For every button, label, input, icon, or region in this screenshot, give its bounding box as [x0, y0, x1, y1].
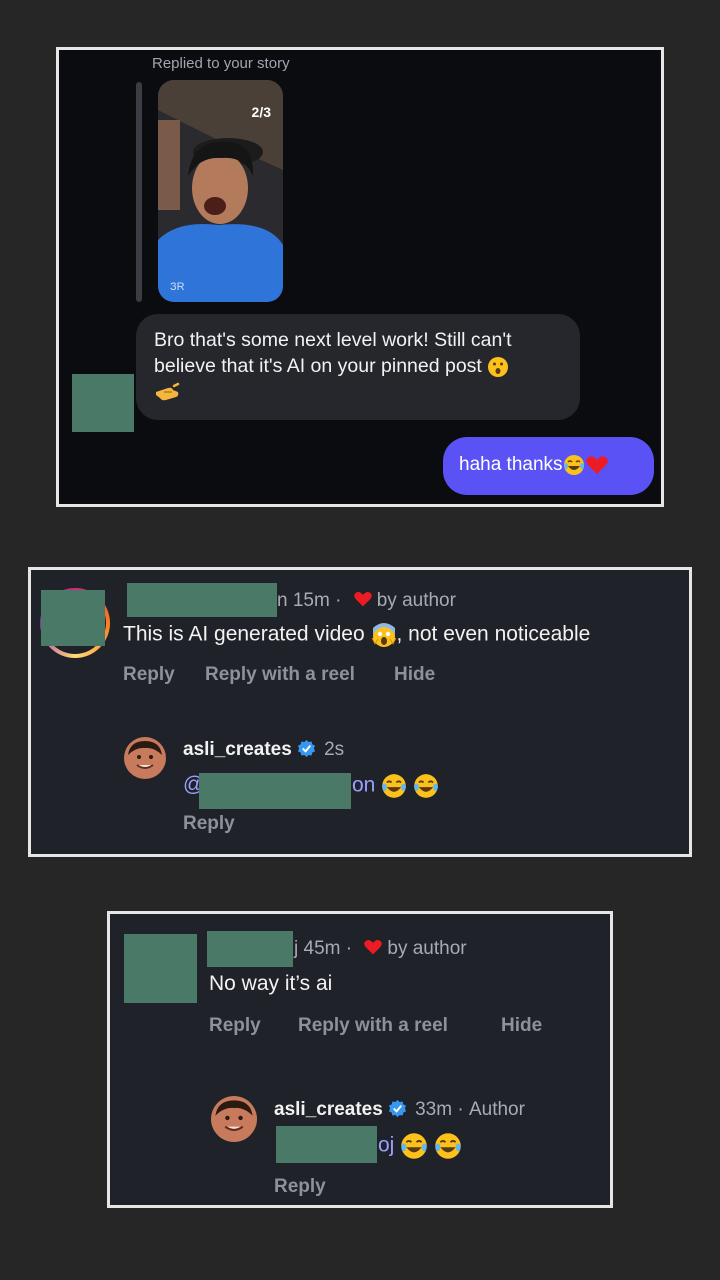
heart-icon [353, 590, 373, 614]
sender-avatar-redacted [72, 374, 134, 432]
liked-by-author-label: by author [387, 938, 467, 959]
liked-by-author-label: by author [376, 590, 456, 611]
red-heart-emoji [585, 454, 609, 476]
meta-separator: · [335, 590, 342, 611]
comment-thread-1: n 15m · by author This is AI generated v… [28, 567, 692, 857]
verified-badge-icon [297, 739, 316, 764]
mention-redacted [276, 1126, 377, 1163]
received-message-bubble: Bro that's some next level work! Still c… [136, 314, 580, 420]
pointing-hand-emoji [154, 382, 180, 404]
tears-of-joy-emoji [400, 1132, 428, 1160]
comment-time: 15m [292, 590, 330, 611]
comment-time: 45m [303, 938, 341, 959]
commenter-avatar-redacted[interactable] [124, 934, 197, 1003]
story-counter: 2/3 [251, 104, 271, 120]
comment-meta: n 15m · by author [277, 590, 456, 614]
comment-text-part2: , not even noticeable [396, 622, 591, 646]
reply-with-reel-button[interactable]: Reply with a reel [298, 1015, 448, 1037]
commenter-avatar-redacted [41, 590, 105, 646]
hide-button[interactable]: Hide [394, 664, 435, 686]
heart-icon [363, 938, 383, 962]
reply-mention-suffix-text[interactable]: on [352, 774, 375, 797]
reply-to-reply-button[interactable]: Reply [183, 813, 235, 835]
reply-author-avatar[interactable] [211, 1096, 257, 1142]
comment-username-suffix[interactable]: j [294, 938, 298, 959]
reply-time: 2s [324, 739, 345, 760]
reply-mention-suffix: oj [378, 1132, 462, 1160]
screaming-face-emoji [371, 622, 397, 648]
reply-author-username[interactable]: asli_creates [183, 739, 292, 760]
verified-badge-icon [388, 1099, 407, 1124]
surprised-face-emoji [487, 356, 509, 378]
commenter-username-redacted [127, 583, 277, 617]
reply-button[interactable]: Reply [209, 1015, 261, 1037]
reply-mention-suffix-text[interactable]: oj [378, 1134, 394, 1157]
svg-text:ЗR: ЗR [170, 281, 185, 293]
hide-button[interactable]: Hide [501, 1015, 542, 1037]
received-message-text: Bro that's some next level work! Still c… [154, 329, 512, 377]
commenter-username-redacted [207, 931, 293, 967]
dm-story-reply-panel: Replied to your story ЗR 2/3 Bro that's … [56, 47, 664, 507]
author-label: Author [468, 1099, 525, 1120]
comment-text-part1: This is AI generated video [123, 622, 365, 646]
reply-indicator-bar [136, 82, 142, 302]
meta-separator: · [345, 938, 353, 959]
comment-username-suffix[interactable]: n [277, 590, 288, 611]
reply-button[interactable]: Reply [123, 664, 175, 686]
tears-of-joy-emoji [381, 773, 407, 799]
sent-message-text: haha thanks [459, 454, 563, 475]
reply-author-avatar[interactable] [124, 737, 166, 779]
reply-mention-suffix: on [352, 773, 439, 799]
tears-of-joy-emoji [434, 1132, 462, 1160]
reply-with-reel-button[interactable]: Reply with a reel [205, 664, 355, 686]
reply-to-reply-button[interactable]: Reply [274, 1176, 326, 1198]
comment-thread-2: j 45m · by author No way it’s ai Reply R… [107, 911, 613, 1208]
reply-author-username[interactable]: asli_creates [274, 1099, 383, 1120]
comment-meta: j 45m · by author [294, 938, 467, 962]
tears-of-joy-emoji [563, 454, 585, 476]
story-thumbnail[interactable]: ЗR 2/3 [158, 80, 283, 302]
comment-text: No way it’s ai [209, 972, 333, 995]
comment-text: This is AI generated video , not even no… [123, 622, 590, 648]
sent-message-bubble: haha thanks [443, 437, 654, 495]
reply-author-row: asli_creates 33m · Author [274, 1099, 525, 1124]
mention-redacted [199, 773, 351, 809]
reply-author-row: asli_creates 2s [183, 739, 344, 764]
meta-separator: · [457, 1099, 464, 1120]
replied-to-story-label: Replied to your story [152, 55, 290, 72]
tears-of-joy-emoji [413, 773, 439, 799]
reply-time: 33m [415, 1099, 453, 1120]
